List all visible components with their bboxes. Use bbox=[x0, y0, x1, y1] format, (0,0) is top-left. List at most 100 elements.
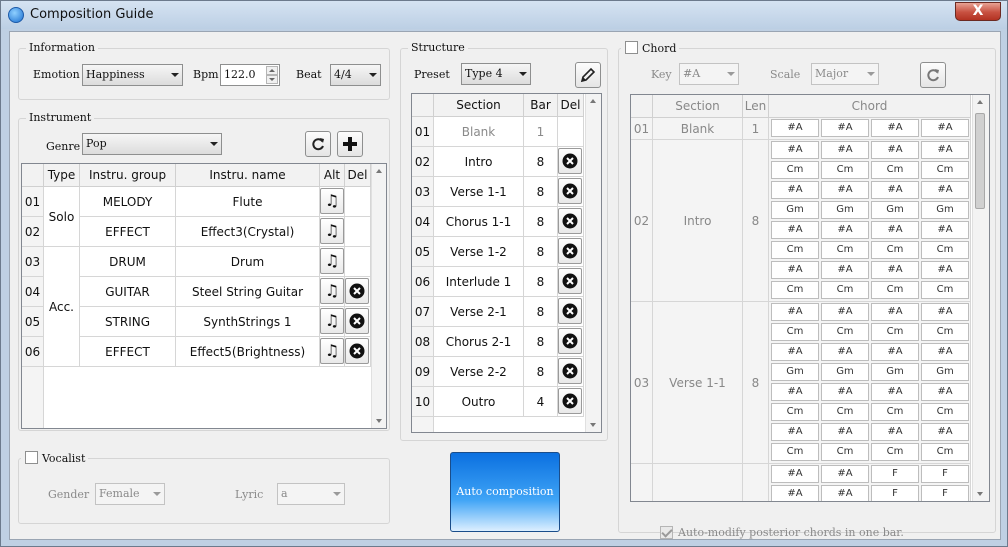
chord-cell[interactable]: F bbox=[871, 465, 919, 483]
section-name-cell[interactable]: Verse 1-1 bbox=[434, 177, 524, 207]
chord-cell[interactable]: #A bbox=[871, 261, 919, 279]
add-instrument-button[interactable] bbox=[337, 131, 363, 157]
chord-cell[interactable]: #A bbox=[871, 303, 919, 321]
chord-cell[interactable]: #A bbox=[821, 141, 869, 159]
bar-count-cell[interactable]: 8 bbox=[524, 177, 558, 207]
chord-cell[interactable]: #A bbox=[771, 119, 819, 137]
scale-select[interactable]: Major bbox=[811, 63, 879, 85]
bar-count-cell[interactable]: 8 bbox=[524, 237, 558, 267]
scroll-down-icon[interactable] bbox=[590, 423, 596, 427]
chord-cell[interactable]: #A bbox=[871, 141, 919, 159]
instrument-scrollbar[interactable] bbox=[371, 164, 386, 428]
scroll-up-icon[interactable] bbox=[977, 100, 983, 104]
instrument-name-cell[interactable]: Effect5(Brightness) bbox=[176, 337, 320, 367]
alt-button[interactable]: ♫ bbox=[320, 248, 344, 274]
chord-cell[interactable]: Gm bbox=[771, 201, 819, 219]
delete-section-button[interactable] bbox=[558, 148, 582, 174]
instrument-name-cell[interactable]: Flute bbox=[176, 187, 320, 217]
chord-cell[interactable]: #A bbox=[921, 303, 969, 321]
chord-cell[interactable]: #A bbox=[821, 343, 869, 361]
chord-cell[interactable]: #A bbox=[871, 221, 919, 239]
chord-cell[interactable]: Cm bbox=[921, 443, 969, 461]
chord-cell[interactable]: Cm bbox=[871, 403, 919, 421]
chord-cell[interactable]: Cm bbox=[871, 323, 919, 341]
key-select[interactable]: #A bbox=[679, 63, 739, 85]
bar-count-cell[interactable]: 8 bbox=[524, 297, 558, 327]
chord-cell[interactable]: Cm bbox=[771, 323, 819, 341]
section-name-cell[interactable]: Blank bbox=[434, 117, 524, 147]
chord-cell[interactable]: #A bbox=[821, 119, 869, 137]
chord-cell[interactable]: Gm bbox=[871, 201, 919, 219]
chord-cell[interactable]: #A bbox=[921, 343, 969, 361]
spin-up-button[interactable] bbox=[266, 66, 278, 75]
alt-button[interactable]: ♫ bbox=[320, 218, 344, 244]
chord-cell[interactable]: Cm bbox=[771, 443, 819, 461]
chord-cell[interactable]: Cm bbox=[821, 403, 869, 421]
delete-section-button[interactable] bbox=[558, 178, 582, 204]
scroll-up-icon[interactable] bbox=[590, 99, 596, 103]
chord-cell[interactable]: #A bbox=[821, 261, 869, 279]
chord-cell[interactable]: Cm bbox=[871, 443, 919, 461]
bar-count-cell[interactable]: 8 bbox=[524, 327, 558, 357]
gender-select[interactable]: Female bbox=[95, 483, 165, 505]
chord-cell[interactable]: #A bbox=[921, 141, 969, 159]
chord-cell[interactable]: #A bbox=[871, 181, 919, 199]
chord-cell[interactable]: #A bbox=[921, 383, 969, 401]
alt-button[interactable]: ♫ bbox=[320, 188, 344, 214]
delete-instrument-button[interactable] bbox=[345, 278, 369, 304]
chord-cell[interactable]: #A bbox=[821, 303, 869, 321]
instrument-group-cell[interactable]: EFFECT bbox=[80, 217, 176, 247]
instrument-name-cell[interactable]: SynthStrings 1 bbox=[176, 307, 320, 337]
instrument-name-cell[interactable]: Steel String Guitar bbox=[176, 277, 320, 307]
chord-cell[interactable]: Cm bbox=[821, 323, 869, 341]
chord-cell[interactable]: Cm bbox=[871, 161, 919, 179]
chord-cell[interactable]: Cm bbox=[871, 281, 919, 299]
edit-structure-button[interactable] bbox=[575, 62, 601, 88]
chord-cell[interactable]: F bbox=[921, 465, 969, 483]
chord-cell[interactable]: #A bbox=[921, 119, 969, 137]
chord-cell[interactable]: F bbox=[921, 485, 969, 501]
instrument-group-cell[interactable]: DRUM bbox=[80, 247, 176, 277]
chord-cell[interactable]: #A bbox=[771, 303, 819, 321]
emotion-select[interactable]: Happiness bbox=[82, 64, 183, 86]
instrument-name-cell[interactable]: Effect3(Crystal) bbox=[176, 217, 320, 247]
chord-scrollbar[interactable] bbox=[972, 95, 989, 501]
chord-cell[interactable]: #A bbox=[821, 221, 869, 239]
chord-cell[interactable]: #A bbox=[771, 383, 819, 401]
section-name-cell[interactable]: Verse 2-2 bbox=[434, 357, 524, 387]
lyric-select[interactable]: a bbox=[277, 483, 345, 505]
delete-section-button[interactable] bbox=[558, 388, 582, 414]
vocalist-checkbox[interactable] bbox=[25, 451, 38, 464]
delete-section-button[interactable] bbox=[558, 238, 582, 264]
chord-cell[interactable]: Cm bbox=[821, 281, 869, 299]
beat-select[interactable]: 4/4 bbox=[330, 64, 381, 86]
alt-button[interactable]: ♫ bbox=[320, 338, 344, 364]
chord-cell[interactable]: Cm bbox=[821, 161, 869, 179]
bar-count-cell[interactable]: 8 bbox=[524, 207, 558, 237]
chord-cell[interactable]: Cm bbox=[821, 241, 869, 259]
scroll-down-icon[interactable] bbox=[977, 492, 983, 496]
close-button[interactable]: X bbox=[955, 2, 1001, 21]
chord-cell[interactable]: Gm bbox=[821, 201, 869, 219]
chord-cell[interactable]: Cm bbox=[921, 241, 969, 259]
auto-composition-button[interactable]: Auto composition bbox=[450, 452, 560, 532]
chord-cell[interactable]: #A bbox=[771, 485, 819, 501]
instrument-group-cell[interactable]: GUITAR bbox=[80, 277, 176, 307]
chord-cell[interactable]: #A bbox=[871, 343, 919, 361]
delete-section-button[interactable] bbox=[558, 358, 582, 384]
chord-cell[interactable]: Gm bbox=[771, 363, 819, 381]
chord-cell[interactable]: #A bbox=[771, 465, 819, 483]
preset-select[interactable]: Type 4 bbox=[461, 63, 531, 85]
chord-cell[interactable]: #A bbox=[821, 181, 869, 199]
chord-cell[interactable]: Gm bbox=[821, 363, 869, 381]
alt-button[interactable]: ♫ bbox=[320, 278, 344, 304]
section-name-cell[interactable]: Interlude 1 bbox=[434, 267, 524, 297]
chord-cell[interactable]: #A bbox=[821, 423, 869, 441]
delete-section-button[interactable] bbox=[558, 208, 582, 234]
chord-cell[interactable]: Cm bbox=[771, 281, 819, 299]
chord-cell[interactable]: #A bbox=[921, 423, 969, 441]
delete-section-button[interactable] bbox=[558, 298, 582, 324]
bar-count-cell[interactable]: 4 bbox=[524, 387, 558, 417]
instrument-group-cell[interactable]: STRING bbox=[80, 307, 176, 337]
chord-cell[interactable]: Cm bbox=[921, 403, 969, 421]
